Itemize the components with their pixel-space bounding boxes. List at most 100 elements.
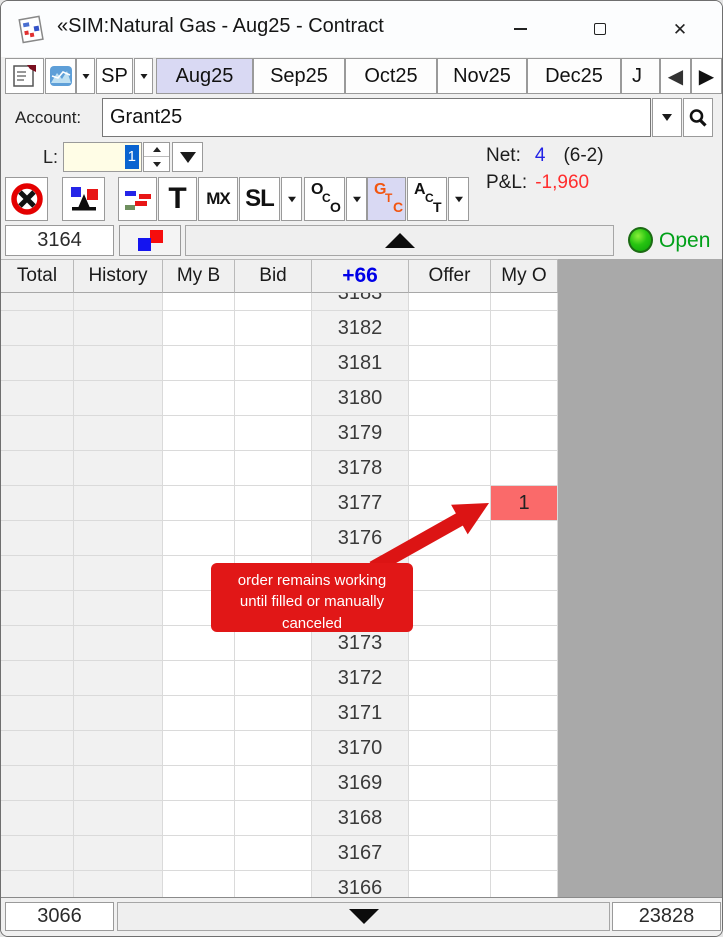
gtc-button[interactable]: G T C (367, 177, 406, 221)
chart-button[interactable] (45, 58, 76, 94)
account-dropdown-button[interactable] (652, 98, 682, 137)
bid-cell[interactable] (235, 836, 312, 871)
minimize-button[interactable] (497, 11, 543, 47)
myo-cell[interactable] (491, 766, 558, 801)
tab-scroll-right-button[interactable]: ▶ (691, 58, 722, 94)
myo-cell[interactable] (491, 626, 558, 661)
myb-cell[interactable] (163, 416, 235, 451)
bid-cell[interactable] (235, 416, 312, 451)
header-net-change[interactable]: +66 (312, 259, 409, 293)
properties-button[interactable] (5, 58, 44, 94)
act-dropdown-button[interactable] (448, 177, 469, 221)
bid-cell[interactable] (235, 311, 312, 346)
myb-cell[interactable] (163, 766, 235, 801)
myo-cell[interactable] (491, 591, 558, 626)
offer-cell[interactable] (409, 661, 491, 696)
header-my-o[interactable]: My O (491, 259, 558, 293)
myo-cell[interactable] (491, 416, 558, 451)
act-button[interactable]: A C T (407, 177, 447, 221)
bid-cell[interactable] (235, 801, 312, 836)
bid-cell[interactable] (235, 293, 312, 311)
bid-cell[interactable] (235, 521, 312, 556)
bid-cell[interactable] (235, 696, 312, 731)
bid-cell[interactable] (235, 381, 312, 416)
maximize-button[interactable] (577, 11, 623, 47)
sp-dropdown-button[interactable] (134, 58, 153, 94)
bid-cell[interactable] (235, 346, 312, 381)
stop-limit-button[interactable]: SL (239, 177, 280, 221)
stepper-up-button[interactable] (144, 143, 169, 157)
bid-cell[interactable] (235, 766, 312, 801)
tab-scroll-left-button[interactable]: ◀ (660, 58, 691, 94)
offer-cell[interactable] (409, 626, 491, 661)
bid-cell[interactable] (235, 486, 312, 521)
header-offer[interactable]: Offer (409, 259, 491, 293)
myo-cell[interactable] (491, 661, 558, 696)
offer-cell[interactable] (409, 731, 491, 766)
offer-cell[interactable] (409, 381, 491, 416)
offer-cell[interactable] (409, 416, 491, 451)
bid-cell[interactable] (235, 731, 312, 766)
myb-cell[interactable] (163, 871, 235, 899)
flatten-position-button[interactable] (62, 177, 105, 221)
myo-cell[interactable] (491, 696, 558, 731)
scroll-down-button[interactable] (117, 902, 610, 931)
size-stepper[interactable] (143, 142, 170, 172)
offer-cell[interactable] (409, 346, 491, 381)
tab-aug25[interactable]: Aug25 (156, 58, 253, 94)
stop-limit-dropdown-button[interactable] (281, 177, 302, 221)
bid-cell[interactable] (235, 661, 312, 696)
header-bid[interactable]: Bid (235, 259, 312, 293)
position-marker-button[interactable] (119, 225, 181, 256)
offer-cell[interactable] (409, 591, 491, 626)
myb-cell[interactable] (163, 381, 235, 416)
myb-cell[interactable] (163, 661, 235, 696)
offer-cell[interactable] (409, 766, 491, 801)
tab-oct25[interactable]: Oct25 (345, 58, 437, 94)
myb-cell[interactable] (163, 696, 235, 731)
offer-cell[interactable] (409, 871, 491, 899)
scroll-up-button[interactable] (185, 225, 614, 256)
offer-cell[interactable] (409, 801, 491, 836)
tab-nov25[interactable]: Nov25 (437, 58, 527, 94)
chart-dropdown-button[interactable] (76, 58, 95, 94)
bid-cell[interactable] (235, 451, 312, 486)
bid-cell[interactable] (235, 871, 312, 899)
size-input[interactable]: 1 (63, 142, 142, 172)
myb-cell[interactable] (163, 731, 235, 766)
account-search-button[interactable] (683, 98, 713, 137)
oco-button[interactable]: O C O (304, 177, 345, 221)
header-my-b[interactable]: My B (163, 259, 235, 293)
myb-cell[interactable] (163, 801, 235, 836)
offer-cell[interactable] (409, 836, 491, 871)
offer-cell[interactable] (409, 696, 491, 731)
close-button[interactable]: ✕ (657, 11, 703, 47)
myb-cell[interactable] (163, 346, 235, 381)
mx-button[interactable]: MX (198, 177, 238, 221)
myb-cell[interactable] (163, 521, 235, 556)
account-input[interactable] (102, 98, 651, 137)
myb-cell[interactable] (163, 293, 235, 311)
tab-dec25[interactable]: Dec25 (527, 58, 621, 94)
myb-cell[interactable] (163, 836, 235, 871)
myo-cell[interactable] (491, 836, 558, 871)
header-history[interactable]: History (74, 259, 163, 293)
myo-cell[interactable] (491, 731, 558, 766)
myo-cell[interactable] (491, 311, 558, 346)
cancel-all-button[interactable] (5, 177, 48, 221)
myb-cell[interactable] (163, 451, 235, 486)
myo-cell[interactable] (491, 293, 558, 311)
stepper-down-button[interactable] (144, 157, 169, 171)
header-total[interactable]: Total (1, 259, 74, 293)
offer-cell[interactable] (409, 311, 491, 346)
myo-cell[interactable] (491, 801, 558, 836)
myo-cell[interactable] (491, 871, 558, 899)
sp-button[interactable]: SP (96, 58, 133, 94)
myb-cell[interactable] (163, 311, 235, 346)
tab-jan26-clipped[interactable]: J (621, 58, 660, 94)
size-dropdown-button[interactable] (172, 142, 203, 172)
depth-button[interactable] (118, 177, 157, 221)
myo-cell[interactable] (491, 381, 558, 416)
myb-cell[interactable] (163, 486, 235, 521)
oco-dropdown-button[interactable] (346, 177, 367, 221)
